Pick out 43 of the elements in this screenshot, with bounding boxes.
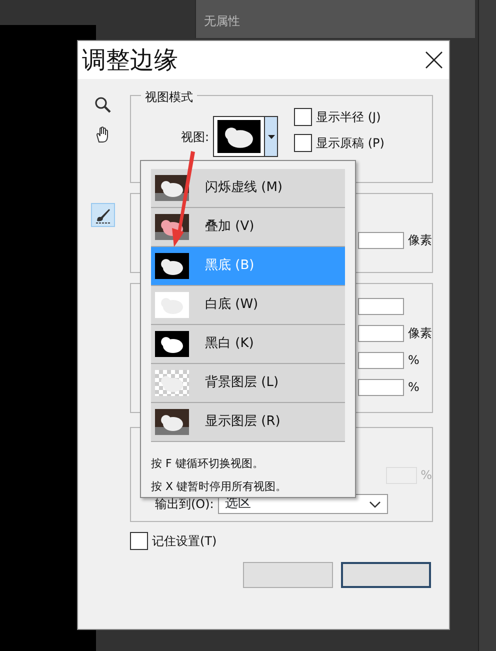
checkbox[interactable] [294, 134, 312, 152]
caret-icon [268, 134, 275, 138]
thumbnail-drawing [155, 370, 189, 396]
dialog-button[interactable] [341, 562, 431, 588]
menu-item[interactable]: 闪烁虚线 (M) [151, 169, 345, 208]
input-field[interactable] [358, 378, 404, 396]
panel-label: 无属性 [204, 13, 240, 30]
unit-label: % [408, 352, 420, 369]
checkbox-label: 显示半径 (J) [316, 109, 381, 126]
output-label: 输出到(O): [155, 496, 214, 513]
checkbox[interactable] [130, 532, 148, 550]
checkbox-label: 记住设置(T) [152, 533, 217, 550]
hint-text: 按 F 键循环切换视图。 [151, 456, 264, 472]
menu-item[interactable]: 黑白 (K) [151, 325, 345, 364]
hint-text: 按 X 键暂时停用所有视图。 [151, 479, 288, 495]
thumbnail-drawing [217, 120, 262, 153]
menu-item[interactable]: 叠加 (V) [151, 208, 345, 247]
brush-tool[interactable] [91, 203, 115, 227]
unit-label: % [420, 467, 432, 484]
brush-icon [94, 206, 112, 224]
view-label: 视图: [181, 128, 210, 146]
search-icon [94, 96, 112, 114]
thumbnail-drawing [155, 253, 189, 279]
view-dropdown[interactable] [213, 116, 278, 157]
unit-label: 像素 [408, 232, 432, 249]
input-field[interactable] [358, 352, 404, 368]
unit-label: 像素 [408, 325, 432, 342]
input-field[interactable] [358, 298, 404, 315]
unit-label: % [408, 379, 420, 396]
menu-item[interactable]: 白底 (W) [151, 286, 345, 325]
dialog-title: 调整边缘 [82, 45, 178, 76]
input-field[interactable] [358, 232, 404, 248]
menu-item[interactable]: 背景图层 (L) [151, 364, 345, 403]
menu-item[interactable]: 显示图层 (R) [151, 403, 345, 442]
thumbnail-drawing [155, 292, 189, 318]
close-icon[interactable] [425, 51, 443, 69]
thumbnail-drawing [155, 331, 189, 357]
checkbox-label: 显示原稿 (P) [316, 135, 384, 152]
thumbnail-drawing [155, 409, 189, 435]
chevron-icon [368, 500, 381, 508]
input-field[interactable] [358, 324, 404, 342]
thumbnail-drawing [155, 175, 189, 201]
checkbox[interactable] [294, 108, 312, 126]
